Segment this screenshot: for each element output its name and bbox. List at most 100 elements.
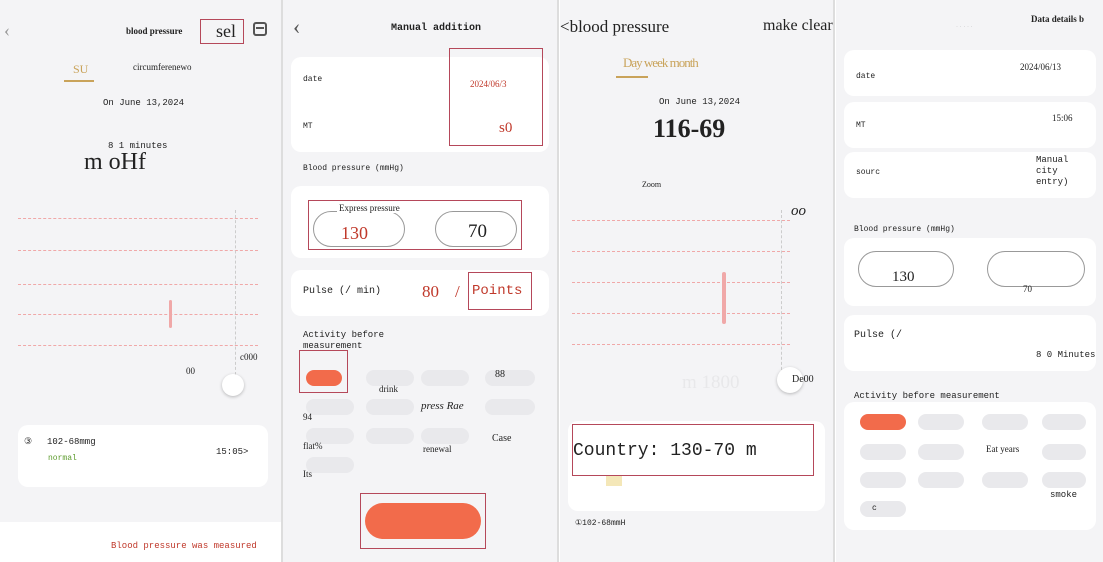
activity-tag [1042,444,1086,460]
activity-tag-88[interactable] [485,370,535,386]
activity-tag[interactable] [421,370,469,386]
date-value: 2024/06/13 [1020,62,1062,72]
record-time: 15:05> [216,447,249,457]
page-title[interactable]: <blood pressure [560,17,669,37]
divider [557,0,559,562]
bottom-note[interactable]: Blood pressure was measured [111,541,257,551]
tag-renewal-label: renewal [423,444,452,454]
chevron-left-icon[interactable]: ‹ [293,14,300,40]
page-title: Manual addition [391,23,482,34]
grid-line [572,282,790,283]
tab-circumference[interactable]: circumferenewo [133,62,191,72]
activity-tag[interactable] [366,428,414,444]
grid-line [18,314,258,315]
activity-label: Activity before measurement [303,330,385,351]
bp-label: Blood pressure (mmHg) [303,164,404,173]
chart-tick-bottom: 00 [186,366,195,376]
eat-years-label: Eat years [986,444,1020,454]
app-root: ‹ blood pressure sel SU circumferenewo O… [0,0,1103,562]
date-label: date [303,75,323,84]
pulse-label: Pulse (/ [854,330,903,341]
activity-tag-its[interactable] [306,457,354,473]
page-title: Data details b [1031,14,1085,24]
mt-value: 15:06 [1052,113,1073,123]
systolic-value: 130 [892,269,915,285]
activity-tag-active[interactable] [306,370,342,386]
diastolic-value: 70 [468,221,487,242]
mt-label: MT [303,122,313,131]
bottom-value: ①102-68mmH [575,519,626,528]
bp-label: Blood pressure (mmHg) [854,225,955,234]
record-icon: ③ [24,437,33,447]
axis-line [235,210,236,380]
source-label: sourc [856,168,881,177]
date-value[interactable]: 2024/06/3 [470,79,507,89]
calendar-icon[interactable] [253,22,267,36]
tag-94-label: 94 [303,412,312,422]
divider [833,0,835,562]
grid-line [18,345,258,346]
chevron-left-icon[interactable]: ‹ [4,20,10,41]
tag-88-label: 88 [495,369,505,380]
page-title: blood pressure [126,26,183,36]
grid-line [572,313,790,314]
grid-line [18,218,258,219]
activity-tag [1042,414,1086,430]
tab-underline [616,76,648,78]
grid-line [18,250,258,251]
date-time-highlight[interactable] [449,48,543,146]
date-label: On June 13,2024 [659,97,741,107]
tag-its-label: Its [303,469,312,479]
pulse-value[interactable]: 80 [422,282,439,302]
tag-press-label[interactable]: press Rae [421,400,464,412]
date-label: date [856,72,876,81]
grid-line [572,344,790,345]
make-clear-button[interactable]: make clear [763,17,833,35]
record-card[interactable]: ③ 102-68mmg normal 15:05> [18,425,268,487]
zoom-label[interactable]: Zoom [642,180,661,189]
panel-blood-pressure-trend: <blood pressure make clear Day week mont… [560,0,833,562]
tab-su[interactable]: SU [73,62,88,77]
tag-case-label[interactable]: Case [492,433,511,444]
oo-label: oo [791,203,806,219]
sel-label: sel [216,21,236,41]
pulse-label: Pulse (/ min) [303,286,382,297]
express-label: Express pressure [337,203,402,213]
activity-tag-active [860,414,906,430]
country-highlight[interactable]: Country: 130-70 m [572,424,814,476]
activity-tag [860,472,906,488]
activity-tag [982,472,1028,488]
grid-line [18,284,258,285]
tab-underline [64,80,94,82]
activity-tag[interactable] [485,399,535,415]
diastolic-value: 70 [1023,284,1032,294]
panel-blood-pressure-overview: ‹ blood pressure sel SU circumferenewo O… [0,0,281,562]
tag-flat-label: flat% [303,441,323,451]
slider-handle[interactable] [222,374,244,396]
activity-tag-renewal[interactable] [421,428,469,444]
points-label: Points [472,283,523,299]
pulse-value: 8 0 Minutes [1036,350,1096,360]
mt-value[interactable]: s0 [499,120,512,137]
diastolic-display [987,251,1085,287]
de00-label: De00 [792,374,814,385]
activity-tag [918,414,964,430]
activity-tag[interactable] [366,399,414,415]
activity-tag [860,444,906,460]
activity-tag-94[interactable] [306,399,354,415]
period-tabs[interactable]: Day week month [623,55,699,71]
save-button[interactable] [365,503,481,539]
highlight-chip [606,476,622,486]
faint-subtitle: · · · · · [956,24,973,30]
country-label: Country: 130-70 m [573,441,757,461]
sel-button[interactable]: sel [200,19,244,44]
points-box[interactable]: Points [468,272,532,310]
smoke-label: smoke [1050,490,1078,500]
reading-value: 116-69 [653,114,726,143]
mt-card [844,102,1096,148]
activity-tag [982,414,1028,430]
grid-line [572,251,790,252]
activity-tag-c [860,501,906,517]
grid-line [572,220,790,221]
date-label: On June 13,2024 [103,98,185,108]
